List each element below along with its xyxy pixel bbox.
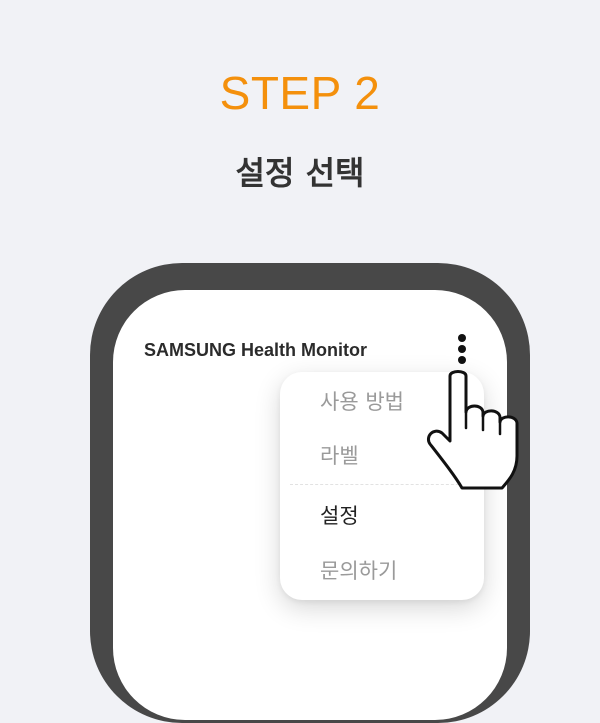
step-label: STEP 2 [219,67,381,119]
app-title: SAMSUNG Health Monitor [144,340,367,360]
more-options-icon[interactable] [452,334,472,368]
menu-item-how-to-use[interactable]: 사용 방법 [320,386,404,416]
menu-item-settings[interactable]: 설정 [320,500,359,530]
pointing-hand-icon [427,370,519,490]
menu-item-label[interactable]: 라벨 [320,440,359,470]
page-title: 설정 선택 [235,154,365,192]
menu-item-contact[interactable]: 문의하기 [320,555,397,585]
